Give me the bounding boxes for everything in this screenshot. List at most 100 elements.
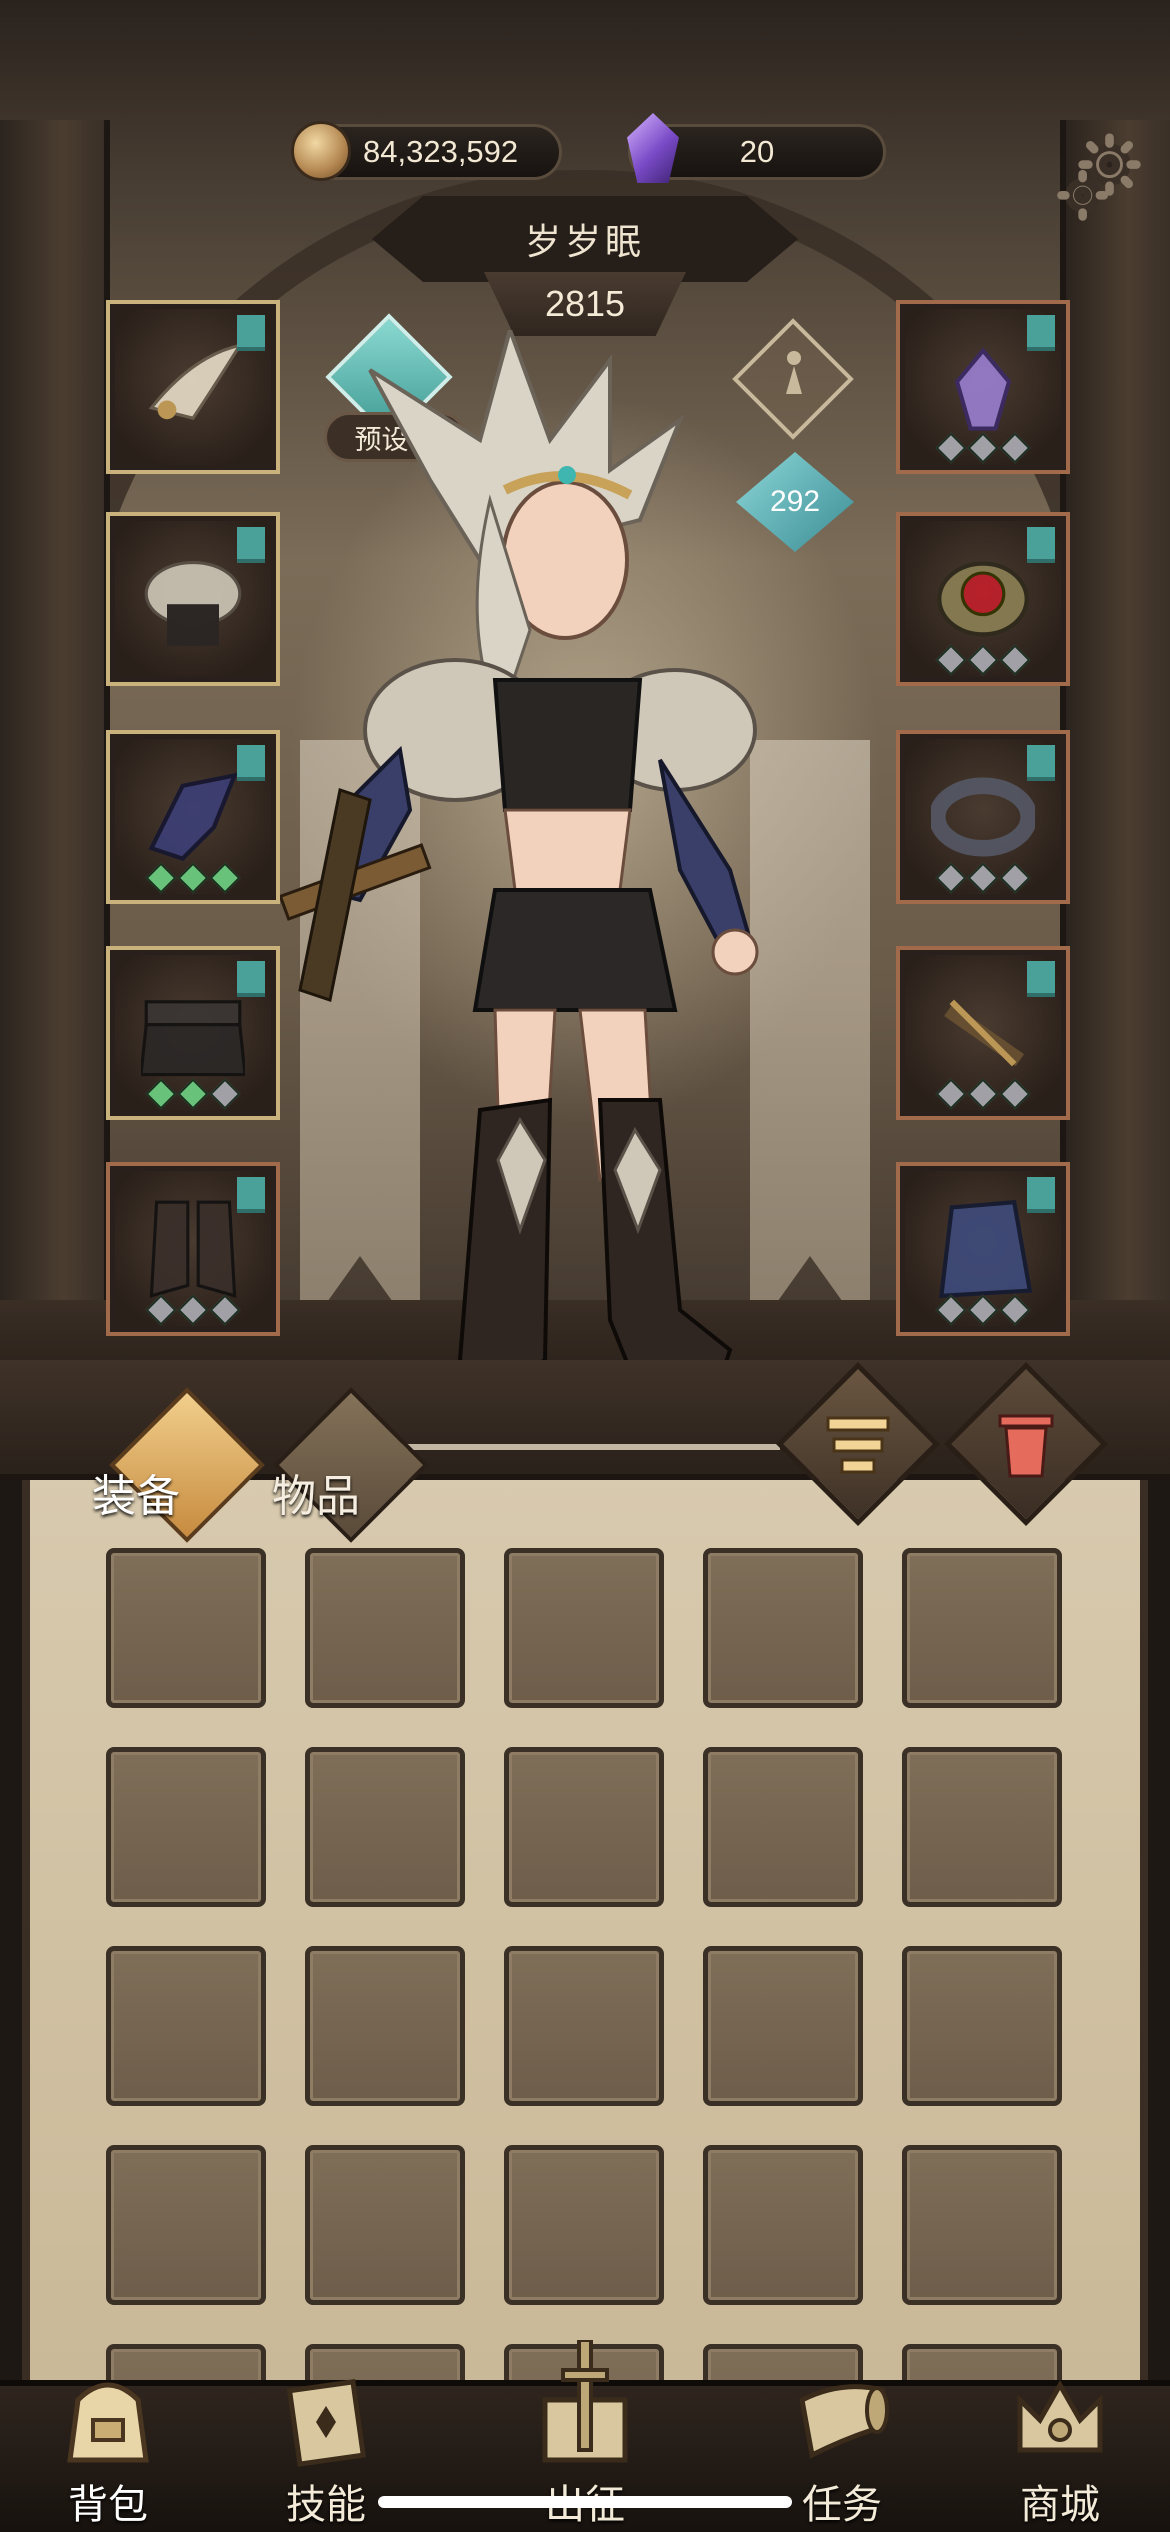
tab-equipment[interactable]: 装备 xyxy=(92,1387,265,1543)
green-gem-icon xyxy=(209,862,241,894)
grey-gem-icon xyxy=(935,1078,967,1110)
gold-currency: 84,323,592 xyxy=(291,121,562,181)
backpack-icon xyxy=(67,2382,149,2463)
equip-slot-gauntlets[interactable] xyxy=(106,730,280,904)
combat-power: 2815 xyxy=(544,283,626,324)
tab-equipment-label: 装备 xyxy=(92,1472,180,1521)
belt-skirt-icon xyxy=(141,1000,245,1077)
wing-crown-icon xyxy=(148,343,244,420)
skill-book-icon xyxy=(286,2379,367,2467)
home-indicator[interactable] xyxy=(378,2496,792,2508)
grey-gem-icon xyxy=(999,432,1031,464)
coin-icon xyxy=(291,121,351,181)
gem-currency: 20 xyxy=(627,113,886,183)
grey-gem-icon xyxy=(967,862,999,894)
grey-gem-icon xyxy=(935,644,967,676)
nav-backpack-label: 背包 xyxy=(68,2483,148,2527)
inventory-slot[interactable] xyxy=(703,1946,863,2106)
inventory-slot[interactable] xyxy=(504,1946,664,2106)
equip-slot-amulet[interactable] xyxy=(896,300,1070,474)
gem-sockets xyxy=(115,862,271,894)
equip-slot-crossbow[interactable] xyxy=(896,946,1070,1120)
inventory-slot[interactable] xyxy=(106,1747,266,1907)
inventory-slot[interactable] xyxy=(106,1548,266,1708)
grey-gem-icon xyxy=(209,1078,241,1110)
inventory-slot[interactable] xyxy=(902,1548,1062,1708)
gem-sockets xyxy=(905,1078,1061,1110)
grey-gem-icon xyxy=(935,1294,967,1326)
grey-gem-icon xyxy=(967,432,999,464)
gauntlet-icon xyxy=(148,772,238,861)
cloak-icon xyxy=(939,1199,1033,1299)
character-name: 岁岁眠 xyxy=(524,221,645,262)
green-gem-icon xyxy=(177,862,209,894)
sort-list-icon xyxy=(826,1416,890,1474)
grey-gem-icon xyxy=(177,1294,209,1326)
inventory-slot[interactable] xyxy=(703,2145,863,2305)
grey-gem-icon xyxy=(999,644,1031,676)
nav-shop[interactable]: 商城 xyxy=(960,2360,1160,2532)
gem-sockets xyxy=(115,1294,271,1326)
grey-gem-icon xyxy=(967,1078,999,1110)
equip-slot-boots[interactable] xyxy=(106,1162,280,1336)
equip-slot-headgear[interactable] xyxy=(106,300,280,474)
grey-gem-icon xyxy=(999,1078,1031,1110)
header-divider xyxy=(400,1444,780,1450)
equip-slot-cloak[interactable] xyxy=(896,1162,1070,1336)
equip-slot-armor[interactable] xyxy=(106,512,280,686)
gem-sockets xyxy=(905,1294,1061,1326)
equip-slot-ring[interactable] xyxy=(896,730,1070,904)
gold-amount: 84,323,592 xyxy=(363,134,519,169)
green-gem-icon xyxy=(145,1078,177,1110)
inventory-slot[interactable] xyxy=(504,1747,664,1907)
green-gem-icon xyxy=(145,862,177,894)
slot-tag-icon xyxy=(237,315,265,351)
inventory-slot[interactable] xyxy=(504,1548,664,1708)
inventory-slot[interactable] xyxy=(305,1747,465,1907)
tab-items[interactable]: 物品 xyxy=(272,1387,429,1543)
crossbow-icon xyxy=(944,999,1025,1067)
nav-backpack[interactable]: 背包 xyxy=(8,2360,208,2532)
trash-icon xyxy=(998,1414,1054,1478)
inventory-slot[interactable] xyxy=(504,2145,664,2305)
gem-sockets xyxy=(905,432,1061,464)
inventory-slot[interactable] xyxy=(703,1747,863,1907)
green-gem-icon xyxy=(177,1078,209,1110)
inventory-slot[interactable] xyxy=(305,1946,465,2106)
gem-amount: 20 xyxy=(739,134,775,169)
tab-items-label: 物品 xyxy=(272,1472,360,1521)
gear-icon[interactable] xyxy=(1050,130,1146,226)
grey-gem-icon xyxy=(935,432,967,464)
fur-armor-icon xyxy=(144,561,242,646)
inventory-slot[interactable] xyxy=(902,1747,1062,1907)
equip-slot-eye-charm[interactable] xyxy=(896,512,1070,686)
nav-shop-label: 商城 xyxy=(1020,2483,1100,2527)
equip-slot-belt[interactable] xyxy=(106,946,280,1120)
slot-tag-icon xyxy=(1027,527,1055,563)
slot-tag-icon xyxy=(237,745,265,781)
red-eye-charm-icon xyxy=(937,561,1029,637)
inventory-slot[interactable] xyxy=(902,1946,1062,2106)
grey-gem-icon xyxy=(967,1294,999,1326)
inventory-slot[interactable] xyxy=(305,2145,465,2305)
inventory-slot[interactable] xyxy=(902,2145,1062,2305)
right-pillar xyxy=(1060,120,1170,1400)
crystal-amulet-icon xyxy=(954,347,1012,431)
grey-gem-icon xyxy=(967,644,999,676)
slot-tag-icon xyxy=(1027,961,1055,997)
ring-icon xyxy=(931,777,1035,857)
inventory-grid xyxy=(106,1548,1068,2428)
grey-gem-icon xyxy=(145,1294,177,1326)
inventory-slot[interactable] xyxy=(703,1548,863,1708)
character-portrait xyxy=(280,330,759,1393)
inventory-slot[interactable] xyxy=(106,1946,266,2106)
slot-tag-icon xyxy=(237,1177,265,1213)
slot-tag-icon xyxy=(237,527,265,563)
grey-gem-icon xyxy=(209,1294,241,1326)
inventory-slot[interactable] xyxy=(305,1548,465,1708)
slot-tag-icon xyxy=(1027,1177,1055,1213)
inventory-slot[interactable] xyxy=(106,2145,266,2305)
horn-icon xyxy=(799,2384,889,2459)
grey-gem-icon xyxy=(999,1294,1031,1326)
boots-icon xyxy=(149,1200,237,1298)
